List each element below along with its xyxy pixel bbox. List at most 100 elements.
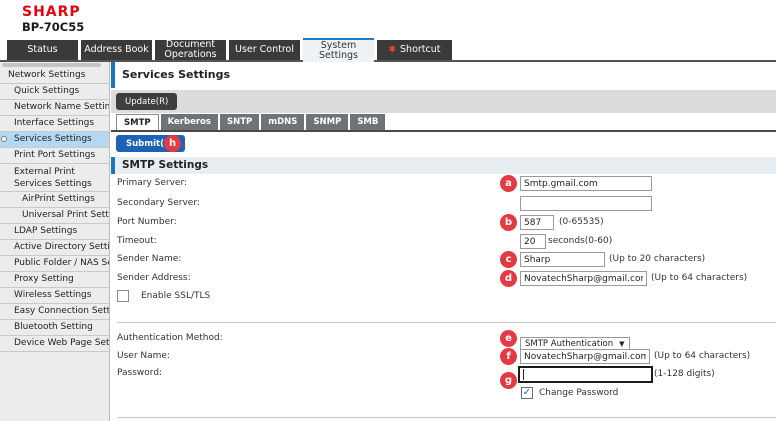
star-icon: ✱ <box>388 45 396 55</box>
annotation-marker-h: h <box>164 135 181 152</box>
enable-ssl-label: Enable SSL/TLS <box>141 290 210 303</box>
change-password-checkbox[interactable]: ✓ <box>521 387 533 399</box>
tab-shortcut[interactable]: ✱ Shortcut <box>377 40 452 60</box>
tab-bar-underline <box>0 60 776 62</box>
sender-address-input[interactable] <box>520 271 647 286</box>
primary-server-input[interactable] <box>520 176 652 191</box>
sidebar-scrollbar-thumb[interactable] <box>2 63 101 67</box>
chevron-down-icon: ▼ <box>619 340 624 348</box>
form-row-sender-address: Sender Address: (Up to 64 characters) <box>111 271 776 288</box>
sidebar-item-print-port-settings[interactable]: Print Port Settings <box>0 148 109 164</box>
sidebar-item-services-settings[interactable]: Services Settings <box>0 132 109 148</box>
secondary-server-input[interactable] <box>520 196 652 211</box>
sidebar-item-external-print-services-settings[interactable]: External Print Services Settings <box>0 164 109 192</box>
subtab-kerberos[interactable]: Kerberos <box>161 114 218 130</box>
sender-name-hint: (Up to 20 characters) <box>609 252 705 267</box>
tab-system-settings[interactable]: System Settings <box>303 38 374 62</box>
user-name-hint: (Up to 64 characters) <box>654 349 750 364</box>
annotation-marker-g: g <box>500 372 517 389</box>
form-row-primary-server: Primary Server: <box>111 176 776 193</box>
sidebar-item-label: Services Settings <box>14 134 92 144</box>
sharp-logo: SHARP <box>22 4 81 20</box>
subtab-smtp[interactable]: SMTP <box>116 114 159 130</box>
annotation-marker-b: b <box>500 214 517 231</box>
annotation-marker-c: c <box>500 251 517 268</box>
protocol-tab-bar: SMTPKerberosSNTPmDNSSNMPSMB <box>116 114 387 130</box>
annotation-marker-e: e <box>500 330 517 347</box>
user-name-input[interactable] <box>520 349 650 364</box>
sidebar-item-public-folder-nas-setting[interactable]: Public Folder / NAS Setting <box>0 256 109 272</box>
text-cursor <box>523 369 524 380</box>
primary-server-label: Primary Server: <box>117 178 187 188</box>
update-toolbar: Update(R) <box>111 90 776 113</box>
tab-user-control[interactable]: User Control <box>229 40 300 60</box>
sender-address-hint: (Up to 64 characters) <box>651 271 747 286</box>
main-content: Services Settings Update(R) SMTPKerberos… <box>111 62 776 421</box>
sidebar-item-easy-connection-setting[interactable]: Easy Connection Setting <box>0 304 109 320</box>
sidebar-item-device-web-page-setting[interactable]: Device Web Page Setting <box>0 336 109 352</box>
sidebar-item-interface-settings[interactable]: Interface Settings <box>0 116 109 132</box>
sender-name-input[interactable] <box>520 252 605 267</box>
form-row-enable-ssl: Enable SSL/TLS <box>111 289 776 306</box>
sidebar-item-universal-print-settings[interactable]: Universal Print Settings <box>0 208 109 224</box>
password-label: Password: <box>117 368 162 378</box>
page-header: SHARP BP-70C55 <box>0 0 776 38</box>
check-icon: ✓ <box>523 387 531 398</box>
current-section-icon <box>1 136 7 142</box>
subtab-sntp[interactable]: SNTP <box>220 114 259 130</box>
form-row-password: Password: (1-128 digits) <box>111 366 776 385</box>
enable-ssl-checkbox[interactable] <box>117 290 129 302</box>
sidebar-item-bluetooth-setting[interactable]: Bluetooth Setting <box>0 320 109 336</box>
device-model: BP-70C55 <box>22 20 84 34</box>
port-number-label: Port Number: <box>117 217 177 227</box>
sidebar-item-proxy-setting[interactable]: Proxy Setting <box>0 272 109 288</box>
subtab-mdns[interactable]: mDNS <box>261 114 304 130</box>
tab-document-operations[interactable]: Document Operations <box>155 40 226 60</box>
sharp-device-webpage: SHARP BP-70C55 Status Address Book Docum… <box>0 0 776 421</box>
bottom-divider <box>117 417 776 418</box>
smtp-settings-section-header: SMTP Settings <box>111 157 776 174</box>
timeout-label: Timeout: <box>117 236 157 246</box>
sender-address-label: Sender Address: <box>117 273 191 283</box>
secondary-server-label: Secondary Server: <box>117 198 200 208</box>
password-input[interactable] <box>518 366 653 383</box>
sidebar-item-airprint-settings[interactable]: AirPrint Settings <box>0 192 109 208</box>
timeout-hint: seconds(0-60) <box>548 234 612 249</box>
tab-address-book[interactable]: Address Book <box>81 40 152 60</box>
section-divider <box>117 322 776 323</box>
annotation-marker-f: f <box>500 348 517 365</box>
settings-menu: Network Settings Quick Settings Network … <box>0 68 109 352</box>
main-tab-bar: Status Address Book Document Operations … <box>0 38 776 62</box>
subtab-smb[interactable]: SMB <box>350 114 385 130</box>
form-row-secondary-server: Secondary Server: <box>111 196 776 213</box>
sidebar-item-ldap-settings[interactable]: LDAP Settings <box>0 224 109 240</box>
annotation-marker-a: a <box>500 175 517 192</box>
port-number-input[interactable] <box>520 215 554 230</box>
subtab-underline <box>111 130 776 132</box>
auth-method-value: SMTP Authentication <box>525 339 613 349</box>
password-hint: (1-128 digits) <box>654 366 715 383</box>
form-row-port-number: Port Number: (0-65535) <box>111 215 776 232</box>
tab-status[interactable]: Status <box>7 40 78 60</box>
sidebar-item-wireless-settings[interactable]: Wireless Settings <box>0 288 109 304</box>
form-row-change-password: ✓ Change Password <box>111 387 776 404</box>
sidebar-item-network-name-setting[interactable]: Network Name Setting <box>0 100 109 116</box>
form-row-sender-name: Sender Name: (Up to 20 characters) <box>111 252 776 269</box>
page-title: Services Settings <box>111 62 230 88</box>
tab-shortcut-label: Shortcut <box>400 45 440 55</box>
sidebar: Network Settings Quick Settings Network … <box>0 62 110 421</box>
sidebar-item-active-directory-settings[interactable]: Active Directory Settings <box>0 240 109 256</box>
sender-name-label: Sender Name: <box>117 254 181 264</box>
change-password-label: Change Password <box>539 387 618 400</box>
form-row-timeout: Timeout: seconds(0-60) <box>111 234 776 251</box>
timeout-input[interactable] <box>520 234 546 249</box>
subtab-snmp[interactable]: SNMP <box>306 114 348 130</box>
update-button[interactable]: Update(R) <box>116 93 177 110</box>
auth-method-label: Authentication Method: <box>117 333 223 343</box>
sidebar-item-quick-settings[interactable]: Quick Settings <box>0 84 109 100</box>
annotation-marker-d: d <box>500 270 517 287</box>
form-row-auth-method: Authentication Method: SMTP Authenticati… <box>111 331 776 348</box>
port-number-hint: (0-65535) <box>559 215 604 230</box>
form-row-user-name: User Name: (Up to 64 characters) <box>111 349 776 366</box>
sidebar-item-network-settings[interactable]: Network Settings <box>0 68 109 84</box>
